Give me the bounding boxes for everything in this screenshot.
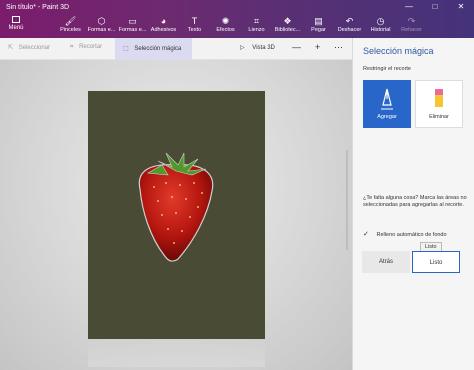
tool-library[interactable]: ❖ Bibliotec... — [272, 16, 303, 33]
add-button[interactable]: Agregar — [363, 80, 411, 128]
tool-label: Efectos — [216, 27, 235, 33]
magic-select-icon: ⬚ — [123, 46, 129, 52]
tool-label: Lienzo — [248, 27, 265, 33]
folder-icon — [12, 16, 20, 23]
vertical-scrollbar[interactable] — [346, 150, 348, 250]
done-button[interactable]: Listo — [412, 251, 460, 273]
autofill-label: Relleno automático de fondo — [376, 232, 447, 238]
history-icon: ◷ — [376, 16, 385, 26]
tool-label: Adhesivos — [150, 27, 177, 33]
tool-label: Deshacer — [337, 27, 362, 33]
undo-icon: ↶ — [345, 16, 354, 26]
tool-shapes-2d[interactable]: ▭ Formas e... — [117, 16, 148, 33]
tool-paste[interactable]: ▤ Pegar — [303, 16, 334, 33]
tool-effects[interactable]: ✺ Efectos — [210, 16, 241, 33]
crop-button[interactable]: ⌗ Recortar — [70, 44, 102, 51]
canvas[interactable] — [88, 91, 265, 339]
tool-canvas[interactable]: ⌗ Lienzo — [241, 16, 272, 33]
select-button[interactable]: ⇱ Seleccionar — [8, 44, 50, 51]
zoom-out-button[interactable]: — — [292, 42, 301, 52]
strawberry-image[interactable] — [88, 91, 265, 339]
more-options-button[interactable]: ⋯ — [334, 42, 343, 53]
minimize-button[interactable]: — — [396, 0, 422, 14]
magic-select-panel: Selección mágica Restringir el recorte A… — [352, 38, 474, 370]
tool-undo[interactable]: ↶ Deshacer — [334, 16, 365, 33]
magic-select-label: Selección mágica — [134, 46, 182, 52]
select-label: Seleccionar — [18, 45, 51, 51]
view-3d-label: Vista 3D — [252, 45, 275, 51]
tool-label: Formas e... — [87, 27, 116, 33]
tool-redo[interactable]: ↷ Rehacer — [396, 16, 427, 33]
erase-button[interactable]: Eliminar — [415, 80, 463, 128]
tool-label: Rehacer — [401, 27, 422, 33]
tool-label: Pegar — [311, 27, 326, 33]
panel-subtitle: Restringir el recorte — [363, 66, 411, 72]
checkmark-icon: ✓ — [363, 231, 369, 238]
autofill-checkbox[interactable]: ✓ Relleno automático de fondo — [363, 230, 447, 238]
help-text: ¿Te falta alguna cosa? Marca las áreas n… — [363, 195, 467, 208]
paste-icon: ▤ — [314, 16, 323, 26]
tool-label: Pinceles — [60, 27, 81, 33]
tool-brush[interactable]: 🖌 Pinceles — [55, 16, 86, 33]
tool-label: Formas e... — [118, 27, 147, 33]
window-title: Sin título* - Paint 3D — [6, 4, 70, 11]
maximize-button[interactable]: □ — [422, 0, 448, 14]
panel-title: Selección mágica — [363, 46, 434, 56]
crop-label: Recortar — [79, 44, 103, 50]
eraser-icon — [435, 89, 443, 107]
library-icon: ❖ — [283, 16, 292, 26]
tool-sticker[interactable]: ◕ Adhesivos — [148, 16, 179, 33]
ribbon: Sin título* - Paint 3D — □ ✕ Menú 🖌 Pince… — [0, 0, 474, 38]
tool-label: Texto — [187, 27, 202, 33]
tool-label: Bibliotec... — [274, 27, 301, 33]
ribbon-tools: 🖌 Pinceles ⬡ Formas e... ▭ Formas e... ◕ Adhesi… — [55, 16, 427, 33]
shapes-3d-icon: ⬡ — [97, 16, 106, 26]
sticker-icon: ◕ — [160, 16, 167, 26]
zoom-in-button[interactable]: + — [315, 42, 320, 52]
erase-label: Eliminar — [429, 114, 449, 120]
menu-button[interactable]: Menú — [5, 16, 27, 31]
menu-label: Menú — [8, 25, 24, 31]
tool-history[interactable]: ◷ Historial — [365, 16, 396, 33]
back-button[interactable]: Atrás — [362, 251, 410, 273]
tool-text[interactable]: T Texto — [179, 16, 210, 33]
brush-icon: 🖌 — [64, 16, 77, 26]
pen-icon — [381, 88, 393, 110]
effects-icon: ✺ — [221, 16, 230, 26]
crop-icon: ⌗ — [70, 44, 74, 50]
redo-icon: ↷ — [407, 16, 416, 26]
add-label: Agregar — [377, 114, 397, 120]
text-icon: T — [191, 16, 198, 26]
magic-select-button[interactable]: ⬚ Selección mágica — [115, 38, 192, 60]
canvas-icon: ⌗ — [253, 16, 260, 26]
window-controls: — □ ✕ — [396, 0, 474, 14]
shapes-2d-icon: ▭ — [128, 16, 137, 26]
tool-label: Historial — [370, 27, 391, 33]
canvas-shadow — [88, 339, 265, 367]
cursor-icon: ⇱ — [8, 45, 14, 51]
close-button[interactable]: ✕ — [448, 0, 474, 14]
view-3d-icon: ▷ — [240, 45, 245, 51]
view-3d-button[interactable]: ▷ Vista 3D — [240, 44, 275, 51]
tool-shapes-3d[interactable]: ⬡ Formas e... — [86, 16, 117, 33]
